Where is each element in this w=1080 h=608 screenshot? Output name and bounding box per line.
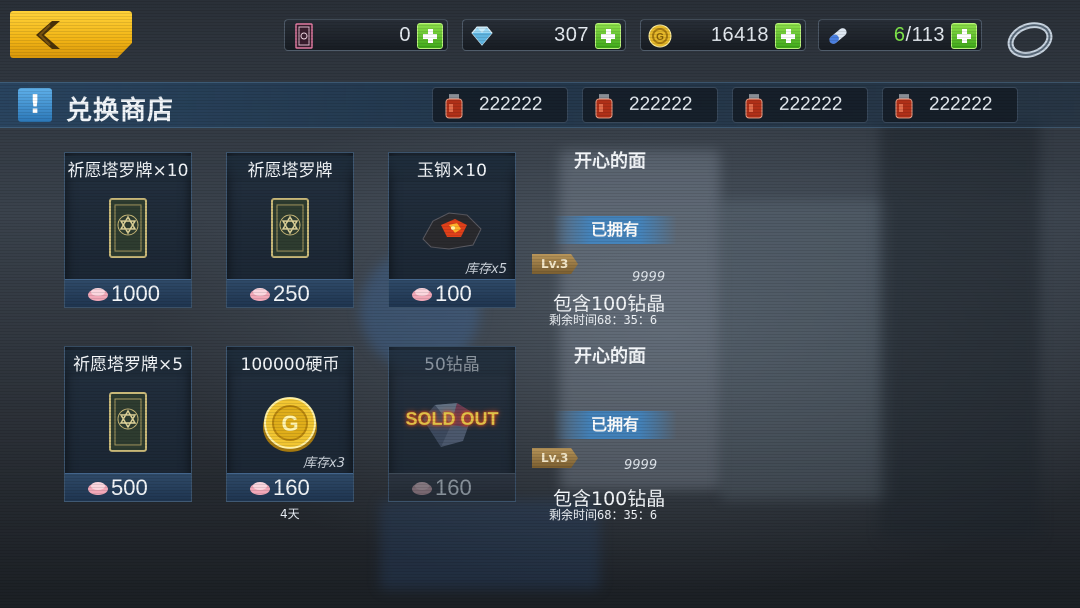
ring-icon[interactable] — [1004, 16, 1056, 60]
item-price: 160 — [435, 475, 472, 500]
pink-gem-icon — [412, 288, 432, 301]
item-price: 1000 — [111, 281, 160, 306]
item-count: 9999 — [624, 458, 658, 473]
shop-item-card[interactable]: 玉钢×10 库存x5 100 — [388, 152, 516, 308]
add-coin-button[interactable] — [775, 23, 801, 49]
resource-coin: G 16418 — [640, 19, 806, 51]
item-name: 100000硬币 — [227, 350, 353, 376]
level-badge: Lv.3 — [532, 448, 578, 468]
item-name: 祈愿塔罗牌 — [227, 156, 353, 182]
pink-gem-icon — [412, 482, 432, 495]
coin-count: 16418 — [710, 24, 769, 46]
item-price: 250 — [273, 281, 310, 306]
owned-badge: 已拥有 — [553, 216, 677, 244]
tarot-card-icon — [271, 198, 309, 258]
page-title: 兑换商店 — [66, 96, 175, 126]
owned-badge: 已拥有 — [553, 411, 677, 439]
tarot-count: 0 — [399, 24, 411, 46]
shop-item-card-sold-out: 50钻晶 SOLD OUT 160 — [388, 346, 516, 502]
resource-diamond: 307 — [462, 19, 626, 51]
chevron-left-icon — [36, 21, 60, 49]
stock-label: 库存x3 — [303, 456, 345, 471]
ore-icon — [422, 212, 482, 250]
item-name: 祈愿塔罗牌×5 — [65, 350, 191, 376]
level-badge: Lv.3 — [532, 254, 578, 274]
resource-stamina: 6/113 — [818, 19, 982, 51]
time-remaining: 剩余时间68：35：6 — [549, 508, 658, 522]
background-wall — [720, 200, 890, 500]
shop-item-card[interactable]: 祈愿塔罗牌 250 — [226, 152, 354, 308]
shop-item-card[interactable]: 100000硬币 G 库存x3 160 — [226, 346, 354, 502]
shop-item-card[interactable]: 祈愿塔罗牌×5 500 — [64, 346, 192, 502]
resource-tarot: 0 — [284, 19, 448, 51]
price-bar: 160 — [227, 473, 353, 501]
exclamation-icon: ! — [18, 88, 52, 122]
tarot-card-icon — [295, 23, 313, 49]
diamond-icon — [471, 26, 493, 46]
potion-jar-icon — [745, 94, 763, 119]
exchange-currency-1: 222222 — [432, 87, 568, 123]
currency-value: 222222 — [779, 94, 843, 115]
stock-label: 库存x5 — [465, 262, 507, 277]
potion-jar-icon — [595, 94, 613, 119]
gold-coin-icon: G — [263, 397, 317, 452]
add-tarot-button[interactable] — [417, 23, 443, 49]
add-stamina-button[interactable] — [951, 23, 977, 49]
item-price: 160 — [273, 475, 310, 500]
currency-value: 222222 — [929, 94, 993, 115]
stamina-capsule-icon — [829, 28, 847, 44]
potion-jar-icon — [895, 94, 913, 119]
price-bar: 1000 — [65, 279, 191, 307]
item-price: 500 — [111, 475, 148, 500]
pink-gem-icon — [88, 482, 108, 495]
time-remaining: 剩余时间68：35：6 — [549, 313, 658, 327]
item-name: 50钻晶 — [389, 350, 515, 376]
item-count: 9999 — [632, 270, 666, 285]
currency-value: 222222 — [479, 94, 543, 115]
item-price: 100 — [435, 281, 472, 306]
pink-gem-icon — [250, 482, 270, 495]
price-bar: 100 — [389, 279, 515, 307]
item-name: 玉钢×10 — [389, 156, 515, 182]
shop-item-card[interactable]: 祈愿塔罗牌×10 1000 — [64, 152, 192, 308]
potion-jar-icon — [445, 94, 463, 119]
background-pillar — [880, 120, 1040, 540]
pink-gem-icon — [250, 288, 270, 301]
gold-coin-icon: G — [648, 24, 672, 48]
stamina-count: 6/113 — [893, 24, 945, 46]
svg-text:G: G — [281, 411, 298, 436]
pink-gem-icon — [88, 288, 108, 301]
price-bar: 250 — [227, 279, 353, 307]
sold-out-label: SOLD OUT — [405, 409, 499, 429]
package-title: 开心的面 — [574, 346, 646, 367]
exchange-currency-2: 222222 — [582, 87, 718, 123]
days-remaining: 4天 — [280, 507, 300, 521]
back-button[interactable] — [10, 11, 132, 58]
price-bar: 500 — [65, 473, 191, 501]
item-name: 祈愿塔罗牌×10 — [65, 156, 191, 182]
package-title: 开心的面 — [574, 151, 646, 172]
price-bar: 160 — [389, 473, 515, 501]
exchange-currency-3: 222222 — [732, 87, 868, 123]
exchange-currency-4: 222222 — [882, 87, 1018, 123]
add-diamond-button[interactable] — [595, 23, 621, 49]
tarot-card-icon — [109, 198, 147, 258]
tarot-card-icon — [109, 392, 147, 452]
diamond-count: 307 — [554, 24, 589, 46]
svg-text:G: G — [656, 32, 664, 43]
currency-value: 222222 — [629, 94, 693, 115]
